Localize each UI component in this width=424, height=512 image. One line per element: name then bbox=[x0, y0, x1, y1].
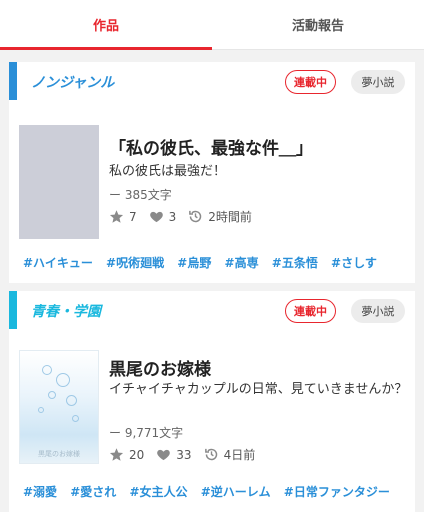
star-icon bbox=[109, 448, 124, 461]
work-title[interactable]: 黒尾のお嫁様 bbox=[109, 355, 211, 380]
tag[interactable]: #烏野 bbox=[177, 256, 211, 270]
status-badge: 連載中 bbox=[285, 70, 336, 94]
char-count: ー 385文字 bbox=[109, 188, 172, 202]
work-stats: 20 33 4日前 bbox=[109, 446, 267, 463]
work-description: イチャイチャカップルの日常、見ていきませんか？ bbox=[109, 382, 408, 397]
cover-caption: 黒尾のお嫁様 bbox=[38, 450, 80, 458]
cover-image[interactable] bbox=[19, 125, 99, 239]
tab-activity-reports[interactable]: 活動報告 bbox=[212, 0, 424, 49]
updated-time: 2時間前 bbox=[208, 210, 252, 224]
genre-label: ノンジャンル bbox=[31, 75, 115, 91]
tag-list: #溺愛 #愛され #女主人公 #逆ハーレム #日常ファンタジー bbox=[23, 483, 415, 501]
work-card[interactable]: ノンジャンル 連載中 夢小説 「私の彼氏、最強な件＿」 私の彼氏は最強だ！ ー … bbox=[9, 62, 415, 283]
tag[interactable]: #愛され bbox=[70, 485, 116, 499]
tag[interactable]: #逆ハーレム bbox=[201, 485, 271, 499]
genre-accent-bar bbox=[9, 291, 17, 329]
tag[interactable]: #ハイキュー bbox=[23, 256, 93, 270]
tag-list: #ハイキュー #呪術廻戦 #烏野 #高専 #五条悟 #さしす bbox=[23, 254, 415, 272]
bubble-decoration bbox=[72, 415, 79, 422]
heart-icon bbox=[149, 211, 163, 223]
history-icon bbox=[189, 210, 202, 223]
tag[interactable]: #さしす bbox=[331, 256, 377, 270]
status-badge: 連載中 bbox=[285, 299, 336, 323]
history-icon bbox=[204, 448, 217, 461]
char-count: ー 9,771文字 bbox=[109, 426, 184, 440]
tag[interactable]: #高専 bbox=[225, 256, 259, 270]
genre-accent-bar bbox=[9, 62, 17, 100]
bubble-decoration bbox=[56, 373, 70, 387]
bubble-decoration bbox=[38, 407, 44, 413]
work-stats: 7 3 2時間前 bbox=[109, 208, 264, 225]
bubble-decoration bbox=[66, 395, 77, 406]
star-icon bbox=[109, 210, 124, 223]
type-badge: 夢小説 bbox=[351, 70, 405, 94]
work-title[interactable]: 「私の彼氏、最強な件＿」 bbox=[109, 134, 313, 159]
work-description: 私の彼氏は最強だ！ bbox=[109, 164, 227, 179]
tag[interactable]: #五条悟 bbox=[272, 256, 318, 270]
tag[interactable]: #日常ファンタジー bbox=[284, 485, 390, 499]
cover-image[interactable]: 黒尾のお嫁様 bbox=[19, 350, 99, 464]
tab-works[interactable]: 作品 bbox=[0, 0, 212, 50]
tab-bar: 作品 活動報告 bbox=[0, 0, 424, 50]
updated-time: 4日前 bbox=[223, 448, 256, 462]
bubble-decoration bbox=[48, 391, 56, 399]
tag[interactable]: #溺愛 bbox=[23, 485, 57, 499]
bubble-decoration bbox=[42, 365, 52, 375]
type-badge: 夢小説 bbox=[351, 299, 405, 323]
tag[interactable]: #女主人公 bbox=[130, 485, 188, 499]
tag[interactable]: #呪術廻戦 bbox=[106, 256, 164, 270]
heart-count: 3 bbox=[168, 209, 177, 224]
heart-count: 33 bbox=[176, 447, 192, 462]
genre-label: 青春・学園 bbox=[31, 304, 101, 320]
work-card[interactable]: 青春・学園 連載中 夢小説 黒尾のお嫁様 黒尾のお嫁様 イチャイチャカップルの日… bbox=[9, 291, 415, 512]
like-count: 20 bbox=[129, 447, 145, 462]
heart-icon bbox=[157, 449, 171, 461]
like-count: 7 bbox=[129, 209, 137, 224]
